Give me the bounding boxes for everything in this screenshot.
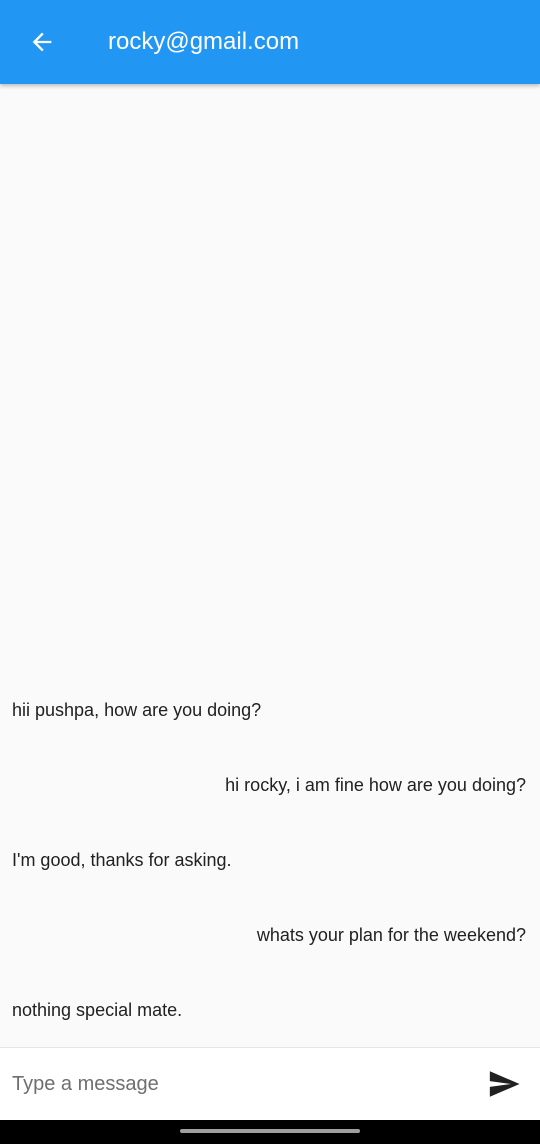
send-button[interactable] [480, 1060, 528, 1108]
message-received: hii pushpa, how are you doing? [12, 700, 262, 720]
message-sent: whats your plan for the weekend? [256, 925, 526, 945]
send-icon [489, 1071, 520, 1097]
message-input[interactable] [12, 1060, 452, 1108]
back-button[interactable] [18, 18, 66, 66]
system-nav-bar [0, 1120, 540, 1144]
message-sent: hi rocky, i am fine how are you doing? [225, 775, 526, 795]
message-composer [0, 1047, 540, 1120]
app-bar: rocky@gmail.com [0, 0, 540, 84]
message-received: nothing special mate. [12, 1000, 183, 1020]
message-list[interactable]: hii pushpa, how are you doing? hi rocky,… [0, 84, 540, 1047]
arrow-back-icon [32, 32, 52, 52]
chat-title: rocky@gmail.com [108, 28, 300, 55]
message-received: I'm good, thanks for asking. [12, 850, 232, 870]
home-indicator[interactable] [180, 1129, 360, 1133]
